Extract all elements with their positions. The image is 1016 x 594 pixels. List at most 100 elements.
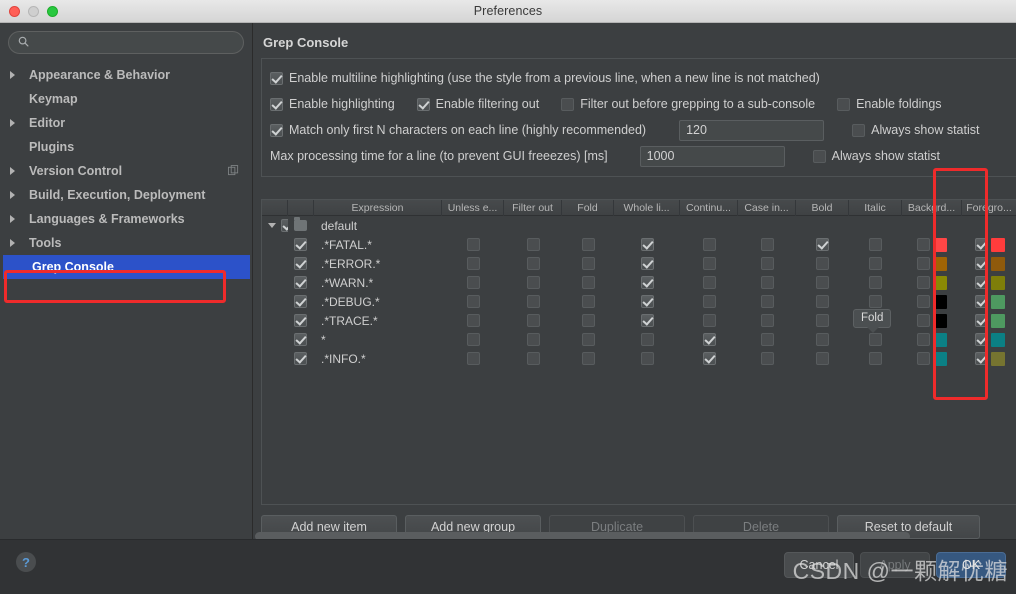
checkbox-row-enabled[interactable] (294, 276, 307, 289)
row-filter-out-cell[interactable] (504, 235, 562, 254)
checkbox-whole-line[interactable] (640, 333, 654, 346)
sidebar-item-editor[interactable]: Editor (0, 111, 252, 135)
checkbox-row-enabled[interactable] (294, 333, 307, 346)
table-row[interactable]: * (262, 330, 1016, 349)
table-column-header-blank[interactable] (288, 200, 314, 216)
checkbox-bold[interactable] (816, 333, 829, 346)
row-expression-cell[interactable]: .*ERROR.* (314, 254, 442, 273)
row-background-cell[interactable] (902, 349, 962, 368)
minimize-button[interactable] (28, 6, 39, 17)
row-fold-cell[interactable] (562, 349, 614, 368)
sidebar-item-languages-and-frameworks[interactable]: Languages & Frameworks (0, 207, 252, 231)
checkbox-continue-matching[interactable] (702, 257, 716, 270)
row-whole-line-cell[interactable] (614, 349, 680, 368)
checkbox-bold[interactable] (816, 276, 829, 289)
checkbox-foreground-enabled[interactable] (974, 314, 988, 327)
row-bold-cell[interactable] (796, 330, 849, 349)
table-row[interactable]: .*FATAL.* (262, 235, 1016, 254)
row-whole-line-cell[interactable] (614, 292, 680, 311)
row-bold-cell[interactable] (796, 292, 849, 311)
row-expression-cell[interactable]: .*FATAL.* (314, 235, 442, 254)
checkbox-foreground-enabled[interactable] (974, 295, 988, 308)
checkbox-row-enabled[interactable] (294, 352, 307, 365)
row-unless-expression-cell[interactable] (442, 330, 504, 349)
background-color-swatch[interactable] (933, 332, 947, 347)
search-box[interactable] (8, 31, 244, 54)
row-bold-cell[interactable] (796, 235, 849, 254)
background-color-swatch[interactable] (933, 237, 947, 252)
table-row[interactable]: .*ERROR.* (262, 254, 1016, 273)
row-bold-cell[interactable] (796, 273, 849, 292)
row-filter-out-cell[interactable] (504, 349, 562, 368)
zoom-button[interactable] (47, 6, 58, 17)
checkbox-continue-matching[interactable] (702, 352, 716, 365)
row-enabled-cell[interactable] (288, 254, 314, 273)
row-enabled-cell[interactable] (288, 292, 314, 311)
checkbox-continue-matching[interactable] (702, 238, 716, 251)
checkbox-background-enabled[interactable] (917, 314, 930, 327)
row-continue-matching-cell[interactable] (680, 311, 738, 330)
checkbox-enable-highlighting[interactable] (270, 97, 283, 111)
row-bold-cell[interactable] (796, 311, 849, 330)
row-foreground-cell[interactable] (962, 292, 1016, 311)
checkbox-bold[interactable] (816, 314, 829, 327)
checkbox-filter-out[interactable] (526, 333, 540, 346)
background-color-swatch[interactable] (933, 294, 947, 309)
foreground-color-swatch[interactable] (990, 275, 1005, 290)
row-filter-out-cell[interactable] (504, 311, 562, 330)
checkbox-row-enabled[interactable] (294, 238, 307, 251)
checkbox-continue-matching[interactable] (702, 314, 716, 327)
row-foreground-cell[interactable] (962, 311, 1016, 330)
checkbox-foreground-enabled[interactable] (974, 333, 988, 346)
checkbox-italic[interactable] (869, 276, 882, 289)
row-background-cell[interactable] (902, 273, 962, 292)
checkbox-filter-out[interactable] (526, 314, 540, 327)
row-expression-cell[interactable]: * (314, 330, 442, 349)
sidebar-item-appearance-and-behavior[interactable]: Appearance & Behavior (0, 63, 252, 87)
background-color-swatch[interactable] (933, 313, 947, 328)
row-fold-cell[interactable] (562, 311, 614, 330)
checkbox-whole-line[interactable] (640, 238, 654, 251)
table-column-header-bold[interactable]: Bold (796, 200, 849, 216)
checkbox-italic[interactable] (869, 333, 882, 346)
row-whole-line-cell[interactable] (614, 311, 680, 330)
row-whole-line-cell[interactable] (614, 235, 680, 254)
checkbox-unless-expression[interactable] (466, 333, 480, 346)
checkbox-unless-expression[interactable] (466, 238, 480, 251)
row-background-cell[interactable] (902, 292, 962, 311)
checkbox-row-enabled[interactable] (294, 295, 307, 308)
checkbox-foreground-enabled[interactable] (974, 257, 988, 270)
row-case-insensitive-cell[interactable] (738, 330, 796, 349)
checkbox-continue-matching[interactable] (702, 276, 716, 289)
table-row[interactable]: .*INFO.* (262, 349, 1016, 368)
row-case-insensitive-cell[interactable] (738, 349, 796, 368)
checkbox-unless-expression[interactable] (466, 295, 480, 308)
row-unless-expression-cell[interactable] (442, 292, 504, 311)
checkbox-foreground-enabled[interactable] (974, 352, 988, 365)
row-continue-matching-cell[interactable] (680, 273, 738, 292)
row-whole-line-cell[interactable] (614, 254, 680, 273)
checkbox-match-only-first-n[interactable] (270, 123, 283, 137)
row-continue-matching-cell[interactable] (680, 330, 738, 349)
chevron-down-icon[interactable] (268, 223, 276, 228)
row-bold-cell[interactable] (796, 349, 849, 368)
checkbox-italic[interactable] (869, 295, 882, 308)
checkbox-case-insensitive[interactable] (760, 257, 774, 270)
table-column-header-unless-e[interactable]: Unless e... (442, 200, 504, 216)
checkbox-case-insensitive[interactable] (760, 276, 774, 289)
checkbox-always-show-statistics-2[interactable] (812, 149, 826, 163)
table-column-header-whole-li[interactable]: Whole li... (614, 200, 680, 216)
checkbox-fold[interactable] (581, 276, 595, 289)
checkbox-bold[interactable] (816, 257, 829, 270)
row-case-insensitive-cell[interactable] (738, 235, 796, 254)
ok-button[interactable]: OK (936, 552, 1006, 578)
foreground-color-swatch[interactable] (990, 294, 1005, 309)
checkbox-enable-foldings[interactable] (837, 97, 851, 111)
checkbox-background-enabled[interactable] (917, 238, 930, 251)
row-italic-cell[interactable] (849, 349, 902, 368)
row-unless-expression-cell[interactable] (442, 273, 504, 292)
table-row[interactable]: .*TRACE.* (262, 311, 1016, 330)
row-fold-cell[interactable] (562, 273, 614, 292)
row-case-insensitive-cell[interactable] (738, 311, 796, 330)
close-button[interactable] (9, 6, 20, 17)
